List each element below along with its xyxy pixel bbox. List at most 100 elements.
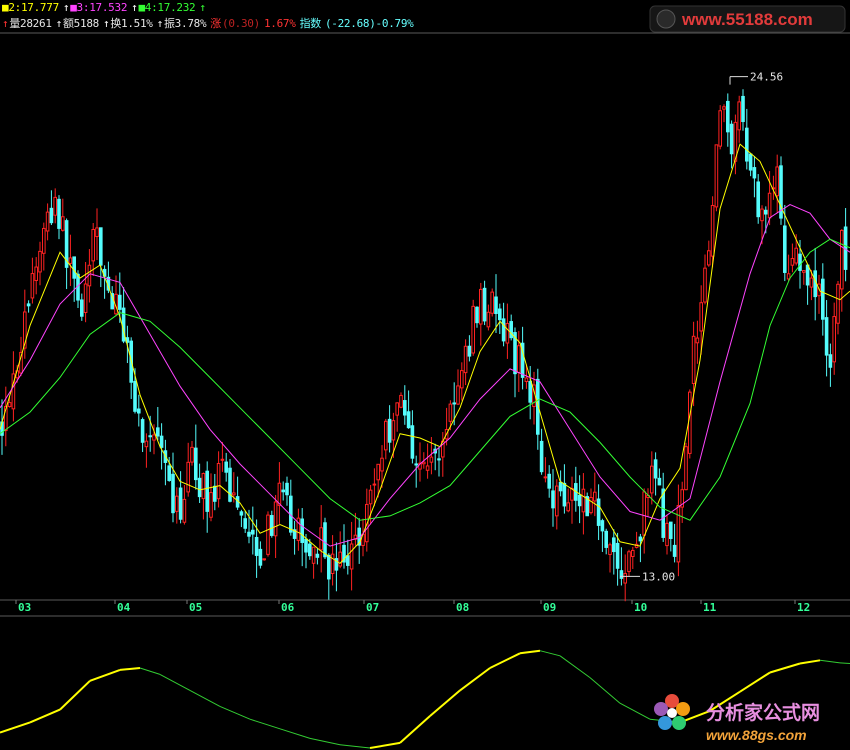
candle-body bbox=[600, 520, 605, 532]
candle-body bbox=[300, 518, 304, 543]
candle-body bbox=[133, 380, 137, 412]
candle-body bbox=[273, 501, 278, 537]
candle-body bbox=[558, 481, 563, 492]
candle-body bbox=[410, 425, 415, 459]
candle-body bbox=[756, 181, 761, 218]
candle-body bbox=[482, 287, 487, 322]
candle-body bbox=[783, 225, 787, 273]
low-price-label: 13.00 bbox=[642, 570, 675, 583]
candle-body bbox=[38, 250, 42, 273]
candle-body bbox=[619, 570, 624, 579]
candle-body bbox=[42, 227, 46, 254]
candle-body bbox=[137, 408, 141, 414]
month-label: 10 bbox=[634, 601, 647, 614]
candle-body bbox=[475, 306, 479, 324]
row2-item: 涨 bbox=[210, 17, 221, 30]
row2-item: 额5188 bbox=[62, 17, 99, 30]
candle-body bbox=[327, 554, 331, 580]
candle-body bbox=[216, 463, 221, 500]
candle-body bbox=[45, 211, 50, 232]
candle-body bbox=[794, 247, 799, 264]
watermark-top-text: www.55188.com bbox=[681, 10, 813, 29]
candle-body bbox=[805, 264, 810, 286]
candle bbox=[779, 156, 783, 225]
candle-body bbox=[714, 144, 719, 208]
candle-body bbox=[471, 305, 475, 354]
candle-body bbox=[197, 477, 202, 498]
candle bbox=[266, 511, 270, 557]
candle-body bbox=[72, 256, 77, 279]
candle-body bbox=[798, 253, 802, 271]
row2-item: ↑ bbox=[2, 17, 9, 30]
row1-item: ↑ bbox=[131, 1, 138, 14]
candle-body bbox=[281, 489, 285, 493]
month-label: 09 bbox=[543, 601, 556, 614]
candle-body bbox=[349, 543, 354, 570]
candle-body bbox=[194, 447, 198, 481]
candle-body bbox=[399, 394, 403, 408]
candle-body bbox=[395, 402, 399, 416]
candle-body bbox=[452, 402, 456, 405]
candle-body bbox=[486, 311, 491, 328]
candle-body bbox=[809, 277, 814, 288]
candle-body bbox=[699, 302, 704, 332]
candle-body bbox=[463, 345, 468, 374]
candle-body bbox=[403, 400, 407, 416]
row2-item: ↑ bbox=[156, 17, 164, 30]
candle-body bbox=[61, 216, 65, 231]
candle-body bbox=[384, 420, 388, 451]
candle-body bbox=[232, 492, 236, 496]
candle-body bbox=[802, 270, 806, 273]
month-label: 12 bbox=[797, 601, 810, 614]
candle-body bbox=[422, 461, 426, 465]
candle-body bbox=[718, 110, 723, 147]
candle-body bbox=[372, 483, 377, 486]
candle-body bbox=[589, 497, 593, 514]
candle-body bbox=[205, 470, 209, 512]
candle-body bbox=[669, 521, 673, 539]
candle-body bbox=[555, 485, 559, 517]
candle-body bbox=[737, 101, 742, 131]
candle-body bbox=[53, 196, 58, 216]
candle-body bbox=[323, 522, 327, 558]
candle-body bbox=[460, 370, 464, 389]
watermark-top: www.55188.com bbox=[649, 5, 846, 33]
candle-body bbox=[346, 555, 350, 566]
candle bbox=[714, 144, 719, 212]
candle-body bbox=[577, 494, 582, 507]
candle-body bbox=[148, 435, 152, 438]
candle-body bbox=[494, 296, 498, 315]
candle-body bbox=[254, 536, 259, 556]
candle-body bbox=[270, 515, 274, 536]
candle-body bbox=[638, 536, 643, 542]
candle-body bbox=[707, 250, 711, 266]
candle-body bbox=[467, 345, 472, 357]
candle-body bbox=[615, 542, 620, 569]
candle-body bbox=[631, 549, 635, 557]
candle-body bbox=[836, 283, 840, 324]
candle-body bbox=[99, 227, 103, 266]
candle-body bbox=[657, 477, 662, 486]
candle-body bbox=[80, 299, 84, 317]
row1-item: ■3:17.532 bbox=[70, 1, 128, 14]
candle-body bbox=[387, 418, 392, 443]
candle-body bbox=[315, 553, 320, 558]
candle-body bbox=[201, 473, 206, 500]
row2-item: 1.67% bbox=[263, 17, 296, 30]
candle-body bbox=[691, 335, 696, 384]
candle-body bbox=[596, 498, 601, 526]
candle-body bbox=[612, 537, 616, 553]
candle-body bbox=[330, 553, 335, 574]
candle-body bbox=[425, 465, 430, 471]
candle-body bbox=[152, 434, 156, 441]
candle-body bbox=[277, 482, 282, 506]
row2-item: (0.30) bbox=[222, 17, 260, 30]
candle-body bbox=[68, 257, 73, 264]
candle-body bbox=[695, 337, 700, 344]
candle bbox=[688, 389, 692, 459]
month-label: 11 bbox=[703, 601, 717, 614]
month-label: 03 bbox=[18, 601, 31, 614]
candle-body bbox=[684, 446, 688, 491]
candle-body bbox=[414, 463, 418, 466]
candle-body bbox=[517, 345, 521, 373]
